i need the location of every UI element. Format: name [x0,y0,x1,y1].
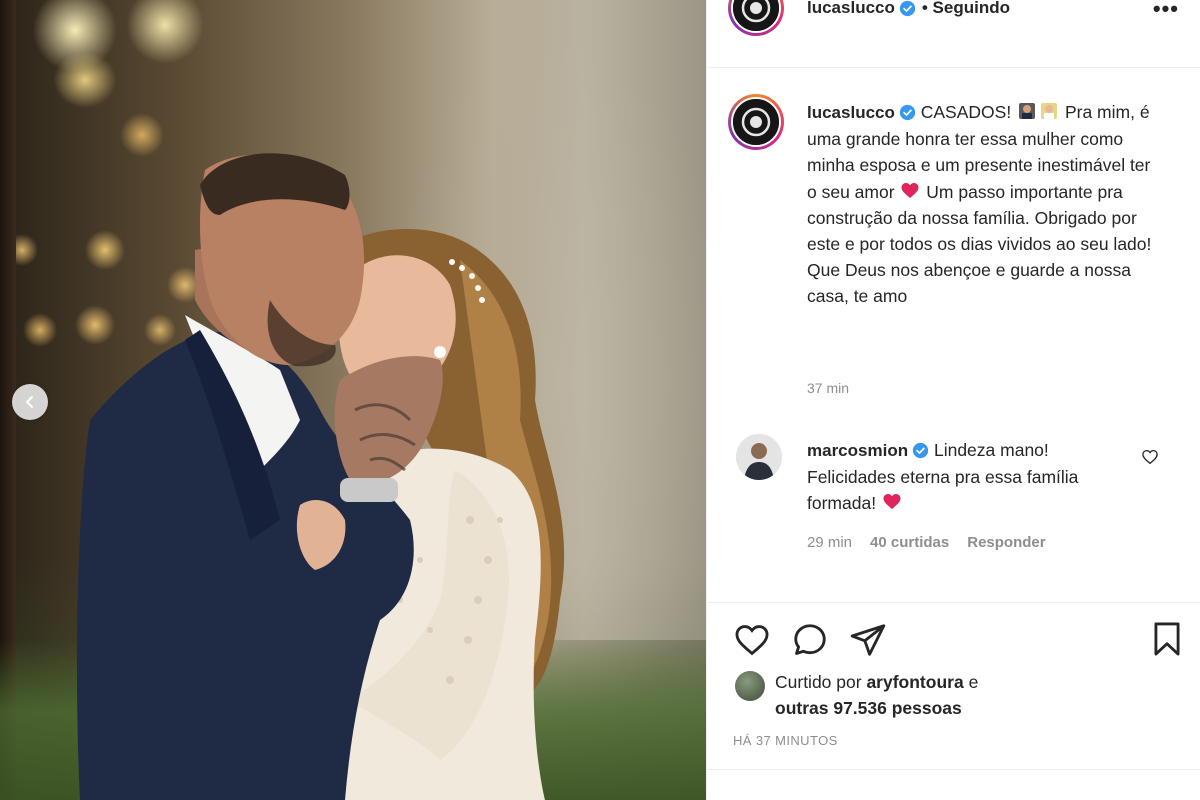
post-timestamp[interactable]: HÁ 37 MINUTOS [733,733,838,748]
heart-outline-icon[interactable] [733,621,771,659]
comment-like-heart-icon[interactable] [1141,448,1159,466]
bride-earring [434,346,446,358]
post-photo [0,0,706,800]
caption-avatar-image [733,99,779,145]
commenter-avatar[interactable] [736,434,782,480]
verified-badge-icon [912,442,929,459]
follow-status[interactable]: • Seguindo [922,0,1010,18]
verified-badge-icon [899,104,916,121]
bookmark-outline-icon[interactable] [1148,620,1186,658]
likes-others[interactable]: outras 97.536 pessoas [775,698,962,718]
author-avatar-image [733,0,779,31]
post-actions: Curtido por aryfontoura e outras 97.536 … [707,602,1200,800]
caption-line-1: CASADOS! [920,102,1012,122]
comment-time[interactable]: 29 min [807,534,852,551]
groom-emoji-icon [1019,103,1036,119]
carousel-prev-button[interactable] [12,384,48,420]
caption-time[interactable]: 37 min [807,380,849,396]
comment-likes[interactable]: 40 curtidas [870,534,949,551]
comment-bubble-icon[interactable] [791,621,829,659]
liker-username[interactable]: aryfontoura [866,672,963,692]
post-sidebar: lucaslucco • Seguindo ••• lucaslucco CAS… [706,0,1200,800]
caption-username[interactable]: lucaslucco [807,103,895,122]
comment-text: marcosmion Lindeza mano! Felicidades ete… [807,437,1127,517]
chevron-left-icon [26,396,33,408]
commenter-username[interactable]: marcosmion [807,441,908,460]
bride-emoji-icon [1041,103,1058,119]
caption-text: lucaslucco CASADOS! Pra mim, é uma grand… [807,99,1157,310]
comment-reply-button[interactable]: Responder [967,534,1045,551]
commenter-avatar-image [736,434,782,480]
likes-prefix: Curtido por [775,672,862,692]
liker-avatar[interactable] [735,671,765,701]
caption-author-avatar[interactable] [728,94,784,150]
couple-illustration [77,153,565,800]
more-options-icon[interactable]: ••• [1153,0,1179,22]
red-heart-emoji-icon [883,494,901,510]
paper-plane-icon[interactable] [849,621,887,659]
comment-meta: 29 min 40 curtidas Responder [807,534,1046,551]
verified-badge-icon [899,0,916,16]
post-header: lucaslucco • Seguindo ••• [707,0,1200,68]
likes-connector: e [968,672,979,692]
red-heart-emoji-icon [901,182,919,198]
author-avatar[interactable] [728,0,784,36]
add-comment-area[interactable] [707,769,1200,800]
author-username[interactable]: lucaslucco [807,0,895,18]
likes-summary: Curtido por aryfontoura e outras 97.536 … [735,669,1035,721]
groom-watch [340,478,398,502]
